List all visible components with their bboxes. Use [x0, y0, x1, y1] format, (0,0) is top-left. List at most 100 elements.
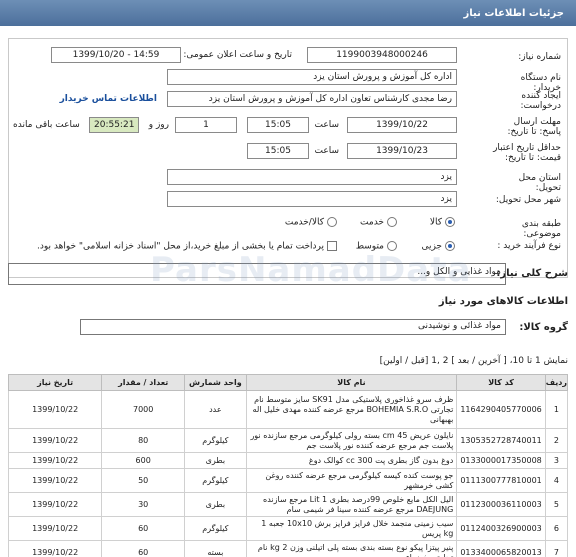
- buyer-org-row: نام دستگاه خریدار: اداره کل آموزش و پرور…: [9, 69, 567, 93]
- col-row-number: ردیف: [544, 374, 569, 391]
- unit-cell: کیلوگرم: [184, 468, 247, 493]
- need-date-cell: 1399/10/22: [7, 390, 103, 429]
- need-date-cell: 1399/10/22: [7, 516, 103, 541]
- col-quantity: تعداد / مقدار: [101, 374, 186, 391]
- radio-icon[interactable]: [387, 217, 397, 227]
- table-row[interactable]: 1 1164290405770006 ظرف سرو غذاخوری پلاستیک…: [7, 390, 569, 429]
- announce-date-label: تاریخ و ساعت اعلان عمومی:: [183, 50, 292, 60]
- buyer-org-field: اداره کل آموزش و پرورش استان یزد: [167, 69, 457, 85]
- buyer-contact-link[interactable]: اطلاعات تماس خریدار: [60, 92, 157, 106]
- reply-deadline-date: 1399/10/22: [347, 117, 457, 133]
- row-number-cell: 6: [544, 516, 569, 541]
- remaining-time-field: 20:55:21: [89, 117, 139, 133]
- quantity-cell: 50: [101, 468, 186, 493]
- category-row: طبقه بندی موضوعی: کالا خدمت کالا/خدمت: [9, 215, 567, 239]
- goods-table: ردیف کد کالا نام کالا واحد شمارش تعداد /…: [7, 374, 569, 557]
- province-row: استان محل تحویل: یزد: [9, 169, 567, 193]
- table-header-row: ردیف کد کالا نام کالا واحد شمارش تعداد /…: [7, 374, 569, 391]
- item-name-cell: دوغ بدون گاز بطری پت cc 300 کوالک دوغ: [245, 452, 458, 469]
- need-date-cell: 1399/10/22: [7, 540, 103, 557]
- item-name-cell: ظرف سرو غذاخوری پلاستیکی مدل SK91 سایز م…: [245, 390, 458, 429]
- goods-group-label: گروه کالا:: [519, 322, 568, 333]
- province-field: یزد: [167, 169, 457, 185]
- city-field: یزد: [167, 191, 457, 207]
- category-option-goods-service[interactable]: کالا/خدمت: [285, 217, 337, 228]
- item-code-cell: 0112300036110003: [456, 492, 546, 517]
- treasury-payment-checkbox[interactable]: پرداخت تمام یا بخشی از مبلغ خرید،از محل …: [37, 241, 337, 252]
- process-option-medium[interactable]: متوسط: [356, 241, 397, 252]
- quantity-cell: 7000: [101, 390, 186, 429]
- price-validity-time-label: ساعت: [314, 146, 340, 156]
- unit-cell: بطری: [184, 452, 247, 469]
- reply-deadline-label: مهلت ارسال پاسخ: تا تاریخ:: [507, 117, 561, 137]
- need-date-cell: 1399/10/22: [7, 428, 103, 453]
- city-label: شهر محل تحویل:: [495, 195, 561, 205]
- province-label: استان محل تحویل:: [518, 173, 561, 193]
- col-item-code: کد کالا: [456, 374, 546, 391]
- item-code-cell: 1164290405770006: [456, 390, 546, 429]
- goods-group-field: مواد غذائی و نوشیدنی: [80, 319, 506, 335]
- reply-deadline-row: مهلت ارسال پاسخ: تا تاریخ: 1399/10/22 سا…: [9, 117, 567, 137]
- quantity-cell: 60: [101, 516, 186, 541]
- need-number-row: شماره نیاز: 1199003948000246 تاریخ و ساع…: [9, 47, 567, 67]
- process-type-label: نوع فرآیند خرید :: [497, 241, 561, 251]
- buyer-org-label: نام دستگاه خریدار:: [520, 73, 561, 93]
- radio-icon[interactable]: [327, 217, 337, 227]
- table-row[interactable]: 4 0111300777810001 جو پوست کنده کیسه کیلوگ…: [7, 468, 569, 493]
- item-name-cell: سیب زمینی منجمد خلال فرایز فرایز برش 10x…: [245, 516, 458, 541]
- row-number-cell: 5: [544, 492, 569, 517]
- announce-date-field: 1399/10/20 - 14:59: [51, 47, 181, 63]
- radio-selected-icon[interactable]: [445, 241, 455, 251]
- row-number-cell: 1: [544, 390, 569, 429]
- category-option-goods[interactable]: کالا: [430, 217, 455, 228]
- unit-cell: بطری: [184, 492, 247, 517]
- col-need-date: تاریخ نیاز: [7, 374, 103, 391]
- reply-days-field: 1: [175, 117, 237, 133]
- need-number-label: شماره نیاز:: [518, 52, 561, 62]
- reply-deadline-time-label: ساعت: [314, 120, 340, 130]
- need-desc-label: شرح کلی نیاز:: [496, 268, 568, 279]
- quantity-cell: 60: [101, 540, 186, 557]
- need-details-panel: شماره نیاز: 1199003948000246 تاریخ و ساع…: [8, 38, 568, 278]
- item-code-cell: 0133000017350008: [456, 452, 546, 469]
- item-code-cell: 0112400326900003: [456, 516, 546, 541]
- need-date-cell: 1399/10/22: [7, 468, 103, 493]
- radio-icon[interactable]: [387, 241, 397, 251]
- quantity-cell: 30: [101, 492, 186, 517]
- need-desc-field: مواد غذایی و الکل و...: [8, 263, 506, 285]
- radio-selected-icon[interactable]: [445, 217, 455, 227]
- reply-deadline-time: 15:05: [247, 117, 309, 133]
- item-name-cell: الیل الکل مایع خلوص 99درصد بطری 1 Lit مر…: [245, 492, 458, 517]
- category-option-service[interactable]: خدمت: [360, 217, 397, 228]
- goods-info-title: اطلاعات کالاهای مورد نیاز: [438, 296, 568, 307]
- table-row[interactable]: 7 0133400065820013 پنیر پیتزا پیکو نوع بست…: [7, 540, 569, 557]
- item-code-cell: 0133400065820013: [456, 540, 546, 557]
- process-type-row: نوع فرآیند خرید : جزیی متوسط پرداخت تمام…: [9, 237, 567, 257]
- item-code-cell: 1305352728740011: [456, 428, 546, 453]
- price-validity-label: حداقل تاریخ اعتبار قیمت: تا تاریخ:: [493, 143, 561, 163]
- pagination[interactable]: نمایش 1 تا 10، [ آخرین / بعد ] 2 ,1 [قبل…: [380, 356, 568, 366]
- row-number-cell: 2: [544, 428, 569, 453]
- unit-cell: عدد: [184, 390, 247, 429]
- price-validity-row: حداقل تاریخ اعتبار قیمت: تا تاریخ: 1399/…: [9, 143, 567, 163]
- reply-days-label: روز و: [148, 120, 169, 130]
- need-date-cell: 1399/10/22: [7, 452, 103, 469]
- table-row[interactable]: 2 1305352728740011 نایلون عریض cm 45 بسته …: [7, 428, 569, 453]
- table-row[interactable]: 6 0112400326900003 سیب زمینی منجمد خلال فر…: [7, 516, 569, 541]
- page-title: جزئیات اطلاعات نیاز: [463, 7, 564, 19]
- need-date-cell: 1399/10/22: [7, 492, 103, 517]
- row-number-cell: 4: [544, 468, 569, 493]
- table-row[interactable]: 5 0112300036110003 الیل الکل مایع خلوص 99د…: [7, 492, 569, 517]
- price-validity-date: 1399/10/23: [347, 143, 457, 159]
- remaining-time-label: ساعت باقی مانده: [13, 120, 80, 130]
- checkbox-icon[interactable]: [327, 241, 337, 251]
- table-row[interactable]: 3 0133000017350008 دوغ بدون گاز بطری پت cc…: [7, 452, 569, 469]
- row-number-cell: 3: [544, 452, 569, 469]
- unit-cell: کیلوگرم: [184, 516, 247, 541]
- item-name-cell: نایلون عریض cm 45 بسته رولی کیلوگرمی مرج…: [245, 428, 458, 453]
- requester-field: رضا مجدی کارشناس تعاون اداره کل آموزش و …: [167, 91, 457, 107]
- category-label: طبقه بندی موضوعی:: [521, 219, 561, 239]
- requester-label: ایجاد کننده درخواست:: [520, 91, 561, 111]
- item-name-cell: پنیر پیتزا پیکو نوع بسته بندی بسته پلی ا…: [245, 540, 458, 557]
- process-option-minor[interactable]: جزیی: [421, 241, 455, 252]
